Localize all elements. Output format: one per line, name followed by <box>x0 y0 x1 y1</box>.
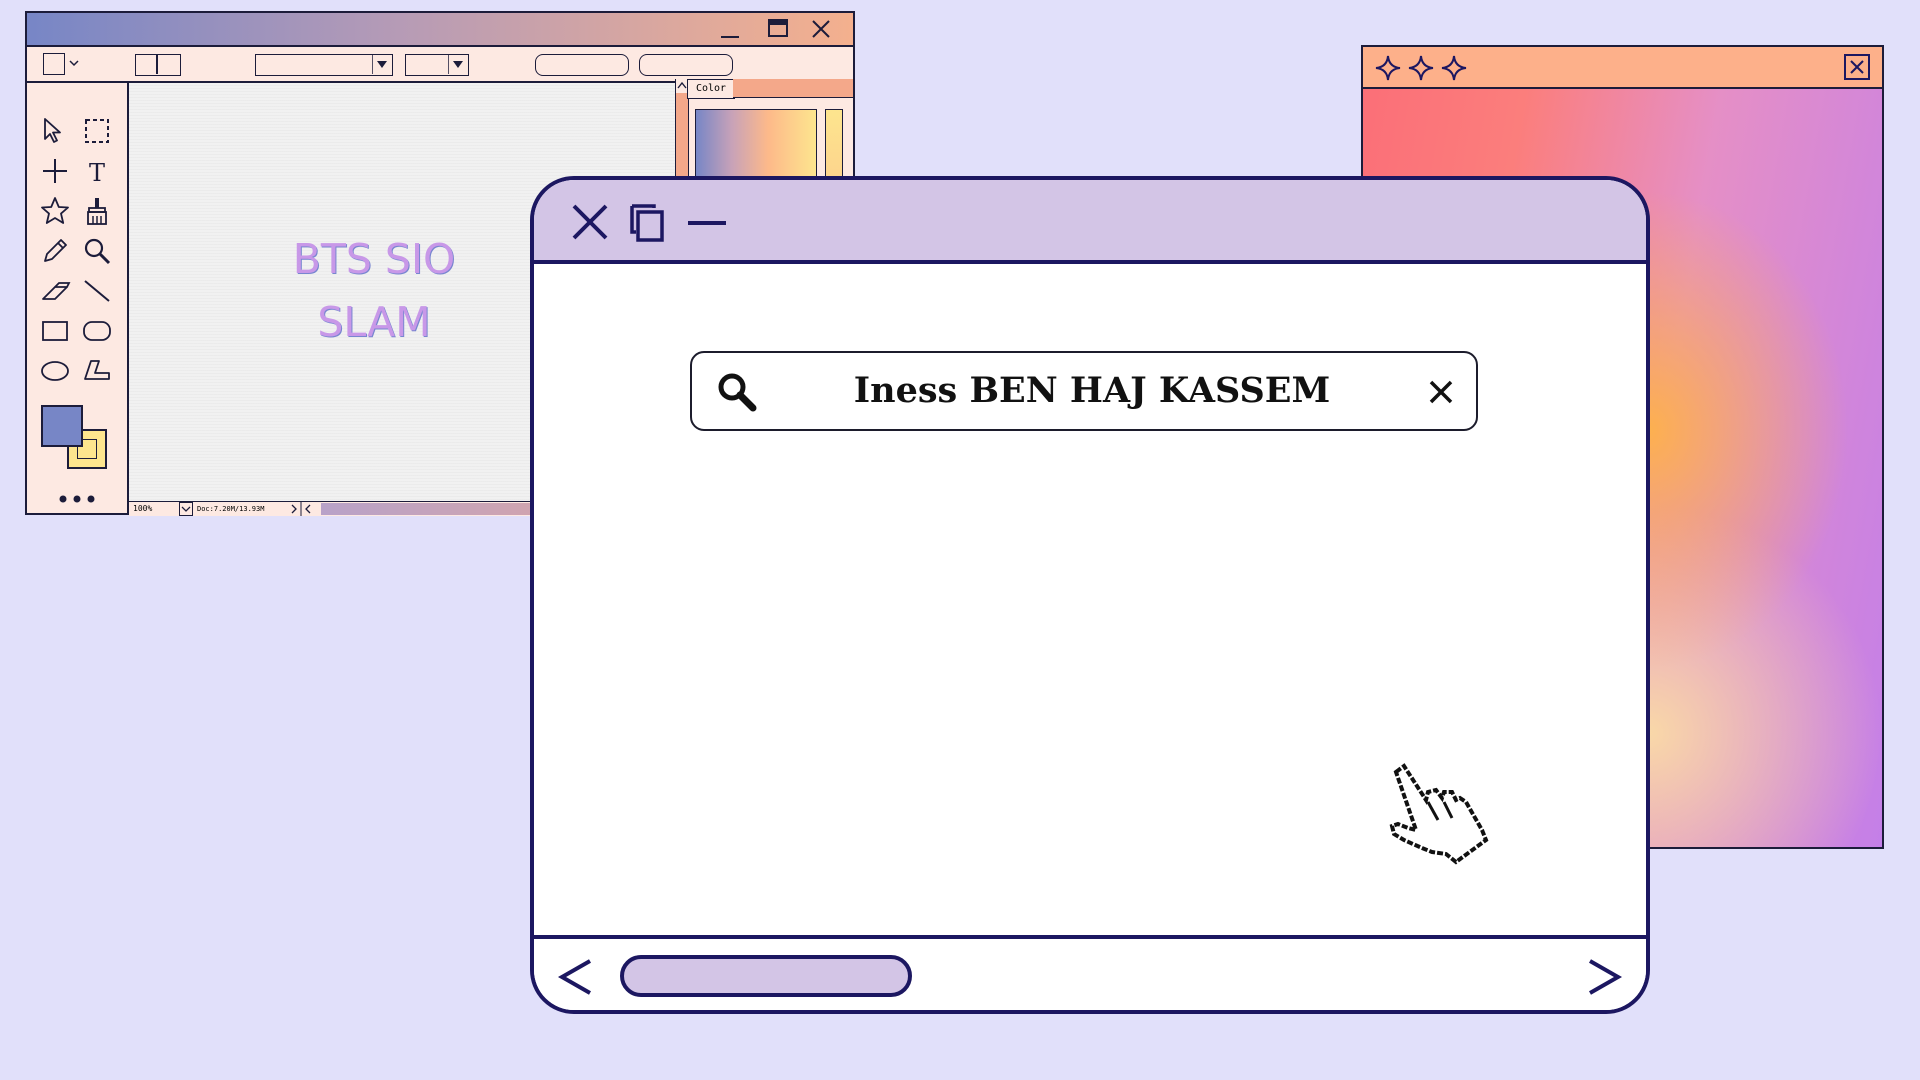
paint-toolbar <box>27 47 853 83</box>
close-icon[interactable] <box>812 20 830 38</box>
more-tools-icon[interactable] <box>57 493 97 505</box>
rectangle-tool-icon[interactable] <box>39 315 71 347</box>
document-size: Doc:7.20M/13.93M <box>197 505 265 513</box>
forward-arrow-icon[interactable] <box>1584 957 1624 997</box>
font-dropdown[interactable] <box>255 54 393 76</box>
browser-window: Iness BEN HAJ KASSEM <box>530 176 1650 1014</box>
hand-pointer-cursor-icon <box>1389 763 1489 865</box>
dropdown-arrow-icon <box>448 55 463 74</box>
line-tool-icon[interactable] <box>81 275 113 307</box>
foreground-color-swatch[interactable] <box>41 405 83 447</box>
browser-footer <box>534 935 1646 1010</box>
chevron-down-icon[interactable] <box>69 59 79 67</box>
close-icon[interactable] <box>1844 54 1870 80</box>
rounded-rectangle-tool-icon[interactable] <box>81 315 113 347</box>
text-tool-icon[interactable]: T <box>81 155 113 187</box>
search-icon[interactable] <box>716 371 758 413</box>
crosshair-tool-icon[interactable] <box>39 155 71 187</box>
paint-title-bar <box>27 13 853 47</box>
scrollbar-thumb[interactable] <box>620 955 912 997</box>
minimize-icon[interactable] <box>686 218 728 228</box>
pointer-tool-icon[interactable] <box>39 115 71 147</box>
polygon-tool-icon[interactable] <box>81 355 113 387</box>
back-arrow-icon[interactable] <box>556 957 596 997</box>
layout-toggle-button[interactable] <box>135 54 181 76</box>
pencil-tool-icon[interactable] <box>39 235 71 267</box>
restore-window-icon[interactable] <box>628 200 670 244</box>
toolbar-button-1[interactable] <box>535 54 629 76</box>
toolbar-button-2[interactable] <box>639 54 733 76</box>
color-panel-header <box>733 79 853 98</box>
eraser-tool-icon[interactable] <box>39 275 71 307</box>
close-icon[interactable] <box>570 202 610 242</box>
dropdown-arrow-icon <box>372 55 387 74</box>
clear-search-icon[interactable] <box>1428 379 1454 405</box>
gradient-window-title-bar <box>1363 47 1882 89</box>
zoom-tool-icon[interactable] <box>81 235 113 267</box>
ellipse-tool-icon[interactable] <box>39 355 71 387</box>
color-panel-tab[interactable]: Color <box>687 79 735 99</box>
star-tool-icon[interactable] <box>39 195 71 227</box>
search-input[interactable]: Iness BEN HAJ KASSEM <box>812 353 1372 429</box>
shape-select-button[interactable] <box>43 53 65 75</box>
sparkles-icon <box>1375 55 1467 81</box>
zoom-level[interactable]: 100% <box>133 503 173 515</box>
paint-window-controls <box>721 19 830 38</box>
size-dropdown[interactable] <box>405 54 469 76</box>
svg-text:T: T <box>89 159 105 187</box>
status-nav-icons[interactable] <box>289 502 317 516</box>
browser-title-bar <box>534 180 1646 264</box>
zoom-dropdown-icon[interactable] <box>179 502 193 516</box>
tool-palette: T <box>27 83 129 513</box>
maximize-icon[interactable] <box>768 19 788 37</box>
brush-tool-icon[interactable] <box>81 195 113 227</box>
marquee-select-tool-icon[interactable] <box>81 115 113 147</box>
search-bar[interactable]: Iness BEN HAJ KASSEM <box>690 351 1478 431</box>
